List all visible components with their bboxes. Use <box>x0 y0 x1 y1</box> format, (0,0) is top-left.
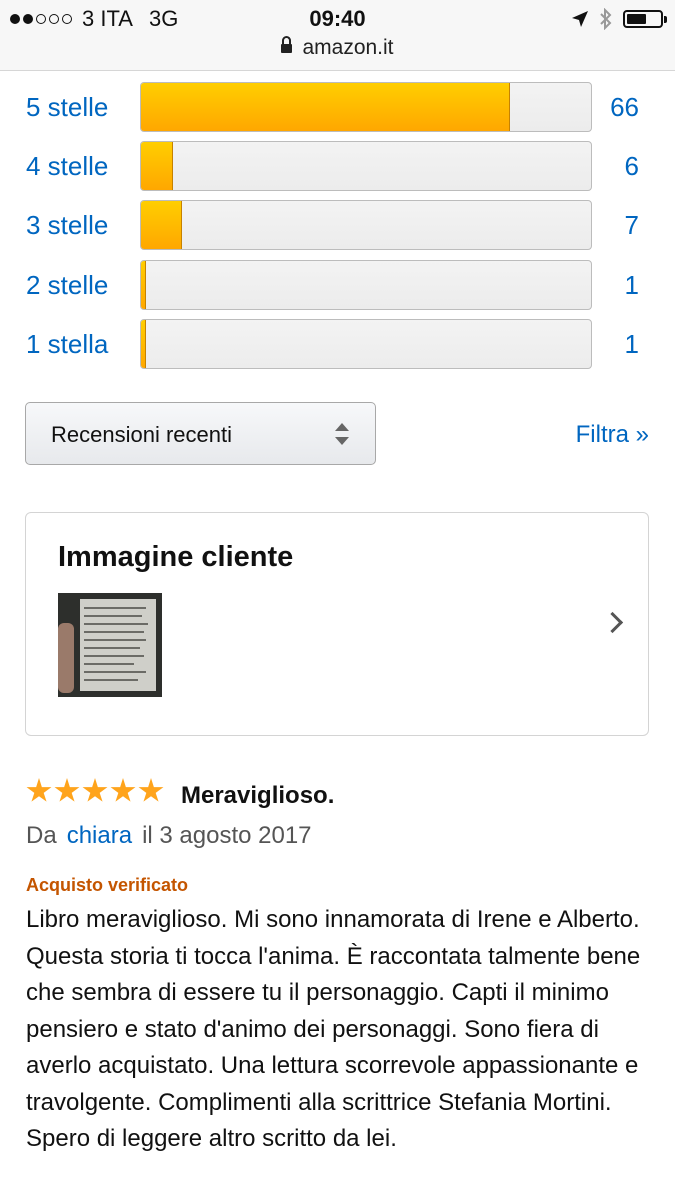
verified-purchase-badge: Acquisto verificato <box>26 875 189 895</box>
histogram-label[interactable]: 4 stelle <box>26 151 108 182</box>
star-icon <box>110 778 136 802</box>
review-title[interactable]: Meraviglioso. <box>181 782 334 810</box>
histogram-label[interactable]: 3 stelle <box>26 210 108 241</box>
histogram-label[interactable]: 1 stella <box>26 329 108 360</box>
address-bar[interactable]: amazon.it <box>0 36 675 60</box>
byline-prefix: Da <box>26 822 57 849</box>
histogram-bar[interactable] <box>140 200 592 250</box>
review-body: Libro meraviglioso. Mi sono innamorata d… <box>26 906 641 1152</box>
histogram-bar[interactable] <box>140 319 592 369</box>
histogram-row-1[interactable]: 1 stella 1 <box>0 319 675 371</box>
star-icon <box>26 778 52 802</box>
histogram-bar-fill <box>141 320 146 368</box>
histogram-bar-fill <box>141 201 182 249</box>
histogram-row-2[interactable]: 2 stelle 1 <box>0 260 675 312</box>
histogram-bar-fill <box>141 83 510 131</box>
status-bar: 3 ITA 3G 09:40 amazon.it <box>0 0 675 71</box>
sort-dropdown-label: Recensioni recenti <box>51 422 232 447</box>
battery-icon <box>623 10 667 28</box>
lock-icon <box>281 36 293 53</box>
customer-image-thumbnail[interactable] <box>58 593 162 697</box>
location-arrow-icon <box>572 11 588 27</box>
review-byline: Da chiara il 3 agosto 2017 <box>26 822 312 850</box>
histogram-row-3[interactable]: 3 stelle 7 <box>0 200 675 252</box>
filter-link[interactable]: Filtra » <box>576 421 649 449</box>
review-date: il 3 agosto 2017 <box>142 822 312 849</box>
review-author-link[interactable]: chiara <box>67 822 132 849</box>
histogram-bar-fill <box>141 142 173 190</box>
histogram-count[interactable]: 7 <box>625 210 639 241</box>
histogram-bar-fill <box>141 261 146 309</box>
histogram-bar[interactable] <box>140 141 592 191</box>
histogram-label[interactable]: 2 stelle <box>26 270 108 301</box>
status-right <box>571 8 667 30</box>
card-title: Immagine cliente <box>58 541 294 573</box>
star-icon <box>82 778 108 802</box>
bluetooth-icon <box>600 8 612 30</box>
histogram-row-5[interactable]: 5 stelle 66 <box>0 82 675 134</box>
histogram-bar[interactable] <box>140 82 592 132</box>
url-text: amazon.it <box>302 36 394 59</box>
histogram-label[interactable]: 5 stelle <box>26 92 108 123</box>
histogram-count[interactable]: 1 <box>625 270 639 301</box>
star-icon <box>54 778 80 802</box>
star-rating <box>26 778 164 804</box>
up-down-arrows-icon <box>335 423 349 445</box>
histogram-count[interactable]: 1 <box>625 329 639 360</box>
histogram-row-4[interactable]: 4 stelle 6 <box>0 141 675 193</box>
star-icon <box>138 778 164 802</box>
histogram-count[interactable]: 66 <box>610 92 639 123</box>
histogram-bar[interactable] <box>140 260 592 310</box>
chevron-right-icon[interactable] <box>601 611 624 634</box>
customer-images-card[interactable]: Immagine cliente <box>25 512 649 736</box>
sort-dropdown[interactable]: Recensioni recenti <box>25 402 376 465</box>
histogram-count[interactable]: 6 <box>625 151 639 182</box>
